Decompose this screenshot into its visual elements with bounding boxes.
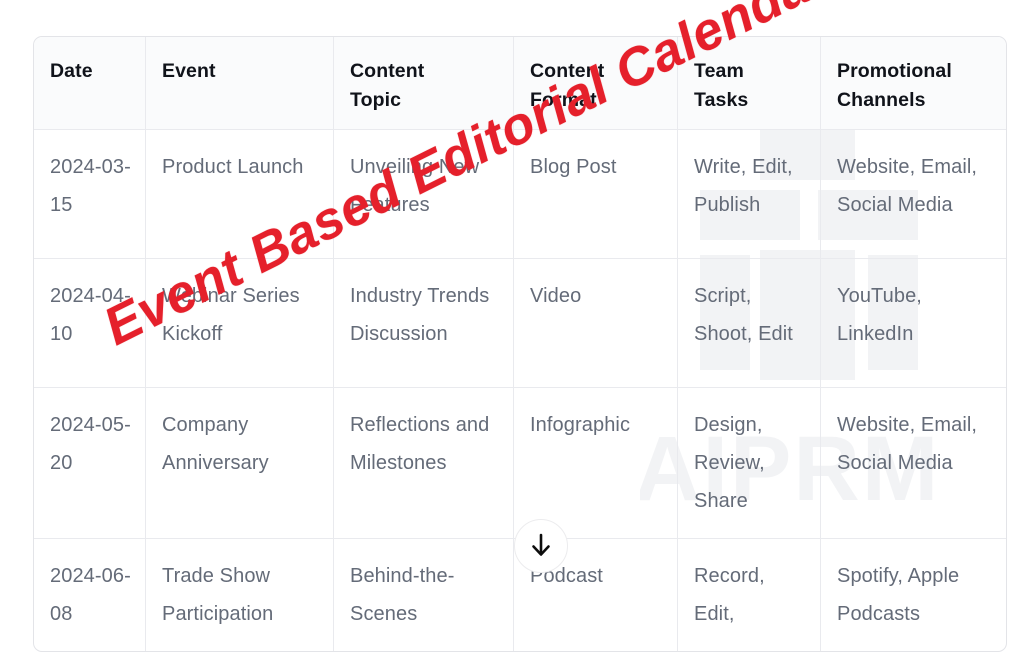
cell-date: 2024-03-15 <box>34 130 146 259</box>
cell-event: Webinar Series Kickoff <box>146 259 334 388</box>
cell-promo: Website, Email, Social Media <box>821 130 1006 259</box>
cell-promo: Spotify, Apple Podcasts <box>837 565 960 625</box>
column-header-promotional-channels-line1: Promotional <box>837 60 952 82</box>
cell-format: Infographic <box>514 388 678 539</box>
cell-event: Trade Show Participation <box>146 539 334 651</box>
column-header-event-line1: Event <box>162 60 216 82</box>
table-row: 2024-05-20 Company Anniversary Reflectio… <box>34 388 1006 539</box>
cell-tasks: Write, Edit, Publish <box>678 130 821 259</box>
cell-topic: Industry Trends Discussion <box>334 259 514 388</box>
cell-date: 2024-05-20 <box>34 388 146 539</box>
cell-event: Company Anniversary <box>146 388 334 539</box>
cell-topic: Behind-the-Scenes <box>334 539 514 651</box>
cell-tasks: Design, Review, Share <box>678 388 821 539</box>
cell-date: 2024-06-08 <box>34 539 146 651</box>
cell-event: Product Launch <box>146 130 334 259</box>
download-arrow-icon <box>529 533 553 559</box>
column-header-content-topic-line1: Content <box>350 60 425 82</box>
column-header-team-tasks[interactable]: Team Tasks <box>678 37 821 130</box>
cell-tasks: Record, Edit, <box>678 539 821 651</box>
table-row: 2024-04-10 Webinar Series Kickoff Indust… <box>34 259 1006 388</box>
cell-date: 2024-04-10 <box>34 259 146 388</box>
column-header-content-format[interactable]: Content Format <box>514 37 678 130</box>
cell-topic: Reflections and Milestones <box>334 388 514 539</box>
column-header-promotional-channels-line2: Channels <box>837 88 926 111</box>
column-header-content-topic-line2: Topic <box>350 88 402 111</box>
cell-format: Blog Post <box>514 130 678 259</box>
cell-format: Video <box>514 259 678 388</box>
download-button[interactable] <box>514 519 568 573</box>
column-header-team-tasks-line2: Tasks <box>694 88 749 111</box>
table-header-row: Date Event Content Topic Content Format … <box>34 37 1006 130</box>
column-header-promotional-channels[interactable]: Promotional Channels <box>821 37 1006 130</box>
column-header-team-tasks-line1: Team <box>694 60 744 82</box>
column-header-content-format-line2: Format <box>530 88 597 111</box>
cell-topic: Unveiling New Features <box>334 130 514 259</box>
table-row: 2024-03-15 Product Launch Unveiling New … <box>34 130 1006 259</box>
cell-tasks: Script, Shoot, Edit <box>678 259 821 388</box>
column-header-content-topic[interactable]: Content Topic <box>334 37 514 130</box>
column-header-event[interactable]: Event <box>146 37 334 130</box>
column-header-content-format-line1: Content <box>530 60 605 82</box>
column-header-date-line1: Date <box>50 60 93 82</box>
cell-promo: YouTube, LinkedIn <box>821 259 1006 388</box>
column-header-date[interactable]: Date <box>34 37 146 130</box>
cell-promo: Website, Email, Social Media <box>821 388 1006 539</box>
